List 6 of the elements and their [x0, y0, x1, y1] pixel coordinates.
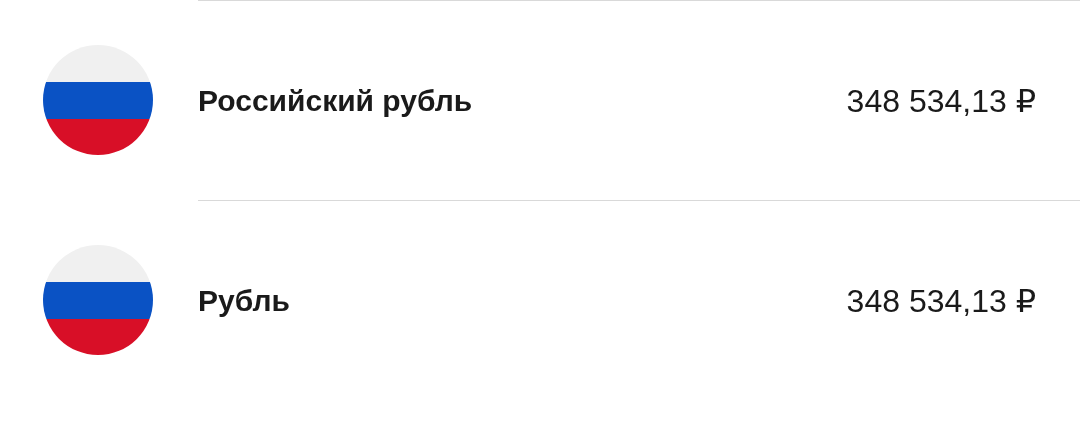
currency-name: Рубль: [198, 283, 290, 318]
flag-icon: [43, 245, 153, 355]
flag-icon: [43, 45, 153, 155]
currency-name: Российский рубль: [198, 83, 473, 118]
balance-amount: 348 534,13 ₽: [846, 281, 1036, 320]
balance-amount: 348 534,13 ₽: [846, 81, 1036, 120]
